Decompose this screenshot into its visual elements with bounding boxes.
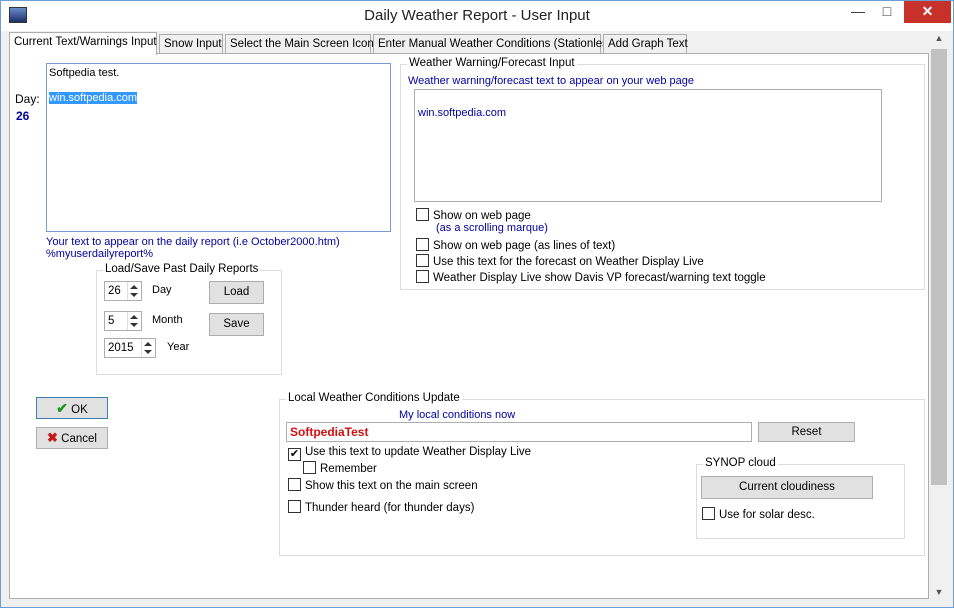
davis-toggle-box[interactable]	[416, 270, 429, 283]
day-value: 26	[16, 109, 30, 123]
ok-button[interactable]: ✔ OK	[36, 397, 108, 419]
close-icon[interactable]: ✕	[904, 1, 951, 23]
year-spinner-arrows[interactable]	[141, 339, 155, 357]
maximize-icon[interactable]: □	[873, 1, 901, 23]
year-spinner-label: Year	[167, 341, 190, 353]
show-lines-checkbox[interactable]: Show on web page (as lines of text)	[416, 238, 615, 252]
tab-manual-weather-conditions[interactable]: Enter Manual Weather Conditions (Station…	[373, 34, 618, 54]
scrollbar-thumb[interactable]	[931, 49, 947, 485]
use-forecast-label: Use this text for the forecast on Weathe…	[433, 256, 704, 268]
remember-label: Remember	[320, 463, 377, 475]
ok-label: OK	[71, 404, 88, 416]
tab-panel: Day: 26 Softpedia test. win.softpedia.co…	[9, 53, 929, 599]
daily-report-line-1: Softpedia test.	[49, 67, 120, 79]
solar-desc-box[interactable]	[702, 507, 715, 520]
cancel-button[interactable]: ✖ Cancel	[36, 427, 108, 449]
show-main-screen-label: Show this text on the main screen	[305, 480, 478, 492]
cancel-x-icon: ✖	[47, 430, 58, 445]
current-cloudiness-button[interactable]: Current cloudiness	[701, 476, 873, 499]
daily-report-line-2: win.softpedia.com	[49, 92, 138, 104]
cancel-label: Cancel	[61, 433, 97, 445]
warning-group: Weather Warning/Forecast Input Weather w…	[400, 57, 925, 290]
tab-snow-input[interactable]: Snow Input	[159, 34, 223, 54]
load-button[interactable]: Load	[209, 281, 264, 304]
month-spinner-value: 5	[108, 315, 115, 327]
solar-desc-checkbox[interactable]: Use for solar desc.	[702, 507, 815, 521]
year-spinner-value: 2015	[108, 342, 134, 354]
vertical-scrollbar[interactable]: ▲ ▼	[930, 33, 948, 603]
window-title: Daily Weather Report - User Input	[364, 7, 590, 24]
local-conditions-value: SoftpediaTest	[290, 425, 369, 439]
solar-desc-label: Use for solar desc.	[719, 509, 815, 521]
thunder-heard-checkbox[interactable]: Thunder heard (for thunder days)	[288, 500, 474, 514]
use-text-box[interactable]: ✔	[288, 448, 301, 461]
year-spinner[interactable]: 2015	[104, 338, 156, 358]
use-text-label: Use this text to update Weather Display …	[305, 446, 532, 458]
show-web-page-box[interactable]	[416, 208, 429, 221]
load-save-title: Load/Save Past Daily Reports	[103, 263, 261, 275]
remember-box[interactable]	[303, 461, 316, 474]
show-main-screen-checkbox[interactable]: Show this text on the main screen	[288, 478, 478, 492]
show-web-page-sublabel: (as a scrolling marque)	[436, 222, 548, 234]
show-web-page-label: Show on web page	[433, 210, 531, 222]
daily-report-caption: Your text to appear on the daily report …	[46, 236, 340, 248]
warning-group-title: Weather Warning/Forecast Input	[407, 57, 577, 69]
davis-toggle-checkbox[interactable]: Weather Display Live show Davis VP forec…	[416, 270, 766, 284]
tab-add-graph-text[interactable]: Add Graph Text	[603, 34, 688, 54]
daily-report-textarea[interactable]: Softpedia test. win.softpedia.com	[46, 63, 391, 232]
reset-button[interactable]: Reset	[758, 422, 855, 442]
tab-current-text-warnings[interactable]: Current Text/Warnings Input	[9, 32, 157, 55]
check-icon: ✔	[56, 400, 68, 416]
month-spinner[interactable]: 5	[104, 311, 142, 331]
month-spinner-arrows[interactable]	[127, 312, 141, 330]
day-spinner-label: Day	[152, 284, 172, 296]
thunder-heard-label: Thunder heard (for thunder days)	[305, 502, 475, 514]
thunder-heard-box[interactable]	[288, 500, 301, 513]
show-web-page-checkbox[interactable]: Show on web page	[416, 208, 531, 222]
use-forecast-box[interactable]	[416, 254, 429, 267]
month-spinner-label: Month	[152, 314, 183, 326]
load-save-group: Load/Save Past Daily Reports 26 Day 5 Mo…	[96, 263, 282, 375]
day-spinner-value: 26	[108, 285, 121, 297]
local-conditions-group: Local Weather Conditions Update My local…	[279, 392, 925, 556]
save-button[interactable]: Save	[209, 313, 264, 336]
davis-toggle-label: Weather Display Live show Davis VP forec…	[433, 272, 766, 284]
minimize-icon[interactable]: —	[843, 1, 873, 23]
day-spinner[interactable]: 26	[104, 281, 142, 301]
warning-subtitle: Weather warning/forecast text to appear …	[408, 75, 694, 87]
use-text-checkbox[interactable]: ✔ Use this text to update Weather Display…	[288, 446, 532, 461]
warning-textarea[interactable]: win.softpedia.com	[414, 89, 882, 202]
day-label: Day:	[15, 92, 40, 106]
synop-group: SYNOP cloud Current cloudiness Use for s…	[696, 457, 905, 539]
day-spinner-arrows[interactable]	[127, 282, 141, 300]
daily-report-variable: %myuserdailyreport%	[46, 248, 153, 260]
tab-main-screen-icon[interactable]: Select the Main Screen Icon	[225, 34, 374, 54]
local-conditions-title: Local Weather Conditions Update	[286, 392, 462, 404]
synop-title: SYNOP cloud	[703, 457, 778, 469]
show-lines-box[interactable]	[416, 238, 429, 251]
warning-text: win.softpedia.com	[418, 107, 507, 119]
show-main-screen-box[interactable]	[288, 478, 301, 491]
show-lines-label: Show on web page (as lines of text)	[433, 240, 616, 252]
remember-checkbox[interactable]: Remember	[303, 461, 377, 475]
local-conditions-subtitle: My local conditions now	[399, 409, 516, 421]
use-forecast-checkbox[interactable]: Use this text for the forecast on Weathe…	[416, 254, 704, 268]
scroll-down-icon[interactable]: ▼	[930, 587, 948, 603]
title-bar: Daily Weather Report - User Input — □ ✕	[1, 1, 953, 31]
main-window: Daily Weather Report - User Input — □ ✕ …	[0, 0, 954, 608]
scroll-up-icon[interactable]: ▲	[930, 33, 948, 49]
local-conditions-input[interactable]: SoftpediaTest	[286, 422, 752, 442]
